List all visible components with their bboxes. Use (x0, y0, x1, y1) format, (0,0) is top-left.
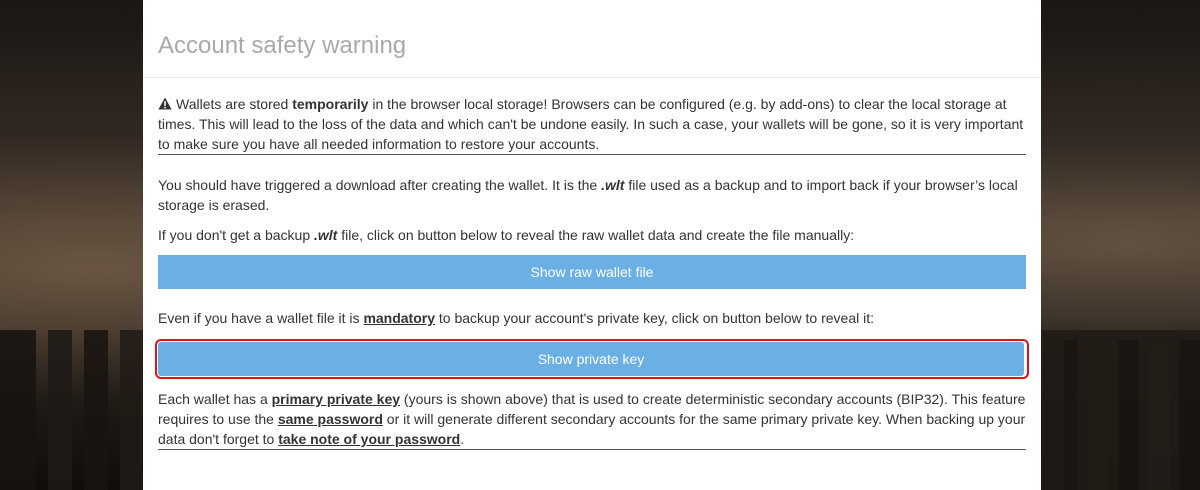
background-skyline-right (1030, 340, 1200, 490)
primary-key-info-text: Each wallet has a primary private key (y… (158, 389, 1026, 449)
take-note-password-link[interactable]: take note of your password (278, 431, 460, 447)
divider (158, 154, 1026, 155)
mandatory-backup-text: Even if you have a wallet file it is man… (158, 308, 1026, 328)
show-private-key-button[interactable]: Show private key (158, 342, 1024, 376)
modal-header: Account safety warning (143, 0, 1041, 78)
mandatory-link[interactable]: mandatory (363, 310, 435, 326)
warning-text-part: Wallets are stored (176, 96, 293, 112)
show-raw-wallet-button[interactable]: Show raw wallet file (158, 255, 1026, 289)
same-password-link[interactable]: same password (278, 411, 383, 427)
download-text-part: You should have triggered a download aft… (158, 177, 602, 193)
mandatory-text-part: to backup your account's private key, cl… (435, 310, 874, 326)
no-backup-text-part: If you don't get a backup (158, 227, 315, 243)
primary-private-key-link[interactable]: primary private key (272, 391, 400, 407)
wlt-extension: .wlt (314, 227, 338, 243)
no-backup-text: If you don't get a backup .wlt file, cli… (158, 225, 1026, 245)
mandatory-text-part: Even if you have a wallet file it is (158, 310, 364, 326)
primary-text-part: . (460, 431, 465, 447)
account-safety-modal: Account safety warning Wallets are store… (143, 0, 1041, 490)
divider (158, 449, 1026, 450)
warning-bold-temporarily: temporarily (292, 96, 369, 112)
modal-body: Wallets are stored temporarily in the br… (155, 79, 1029, 450)
warning-triangle-icon (158, 97, 172, 110)
download-info-text: You should have triggered a download aft… (158, 175, 1026, 215)
storage-warning-text: Wallets are stored temporarily in the br… (158, 94, 1026, 154)
show-private-key-highlight: Show private key (155, 339, 1029, 379)
wlt-extension: .wlt (601, 177, 625, 193)
primary-text-part: Each wallet has a (158, 391, 272, 407)
modal-title: Account safety warning (158, 32, 407, 59)
no-backup-text-part: file, click on button below to reveal th… (337, 227, 855, 243)
